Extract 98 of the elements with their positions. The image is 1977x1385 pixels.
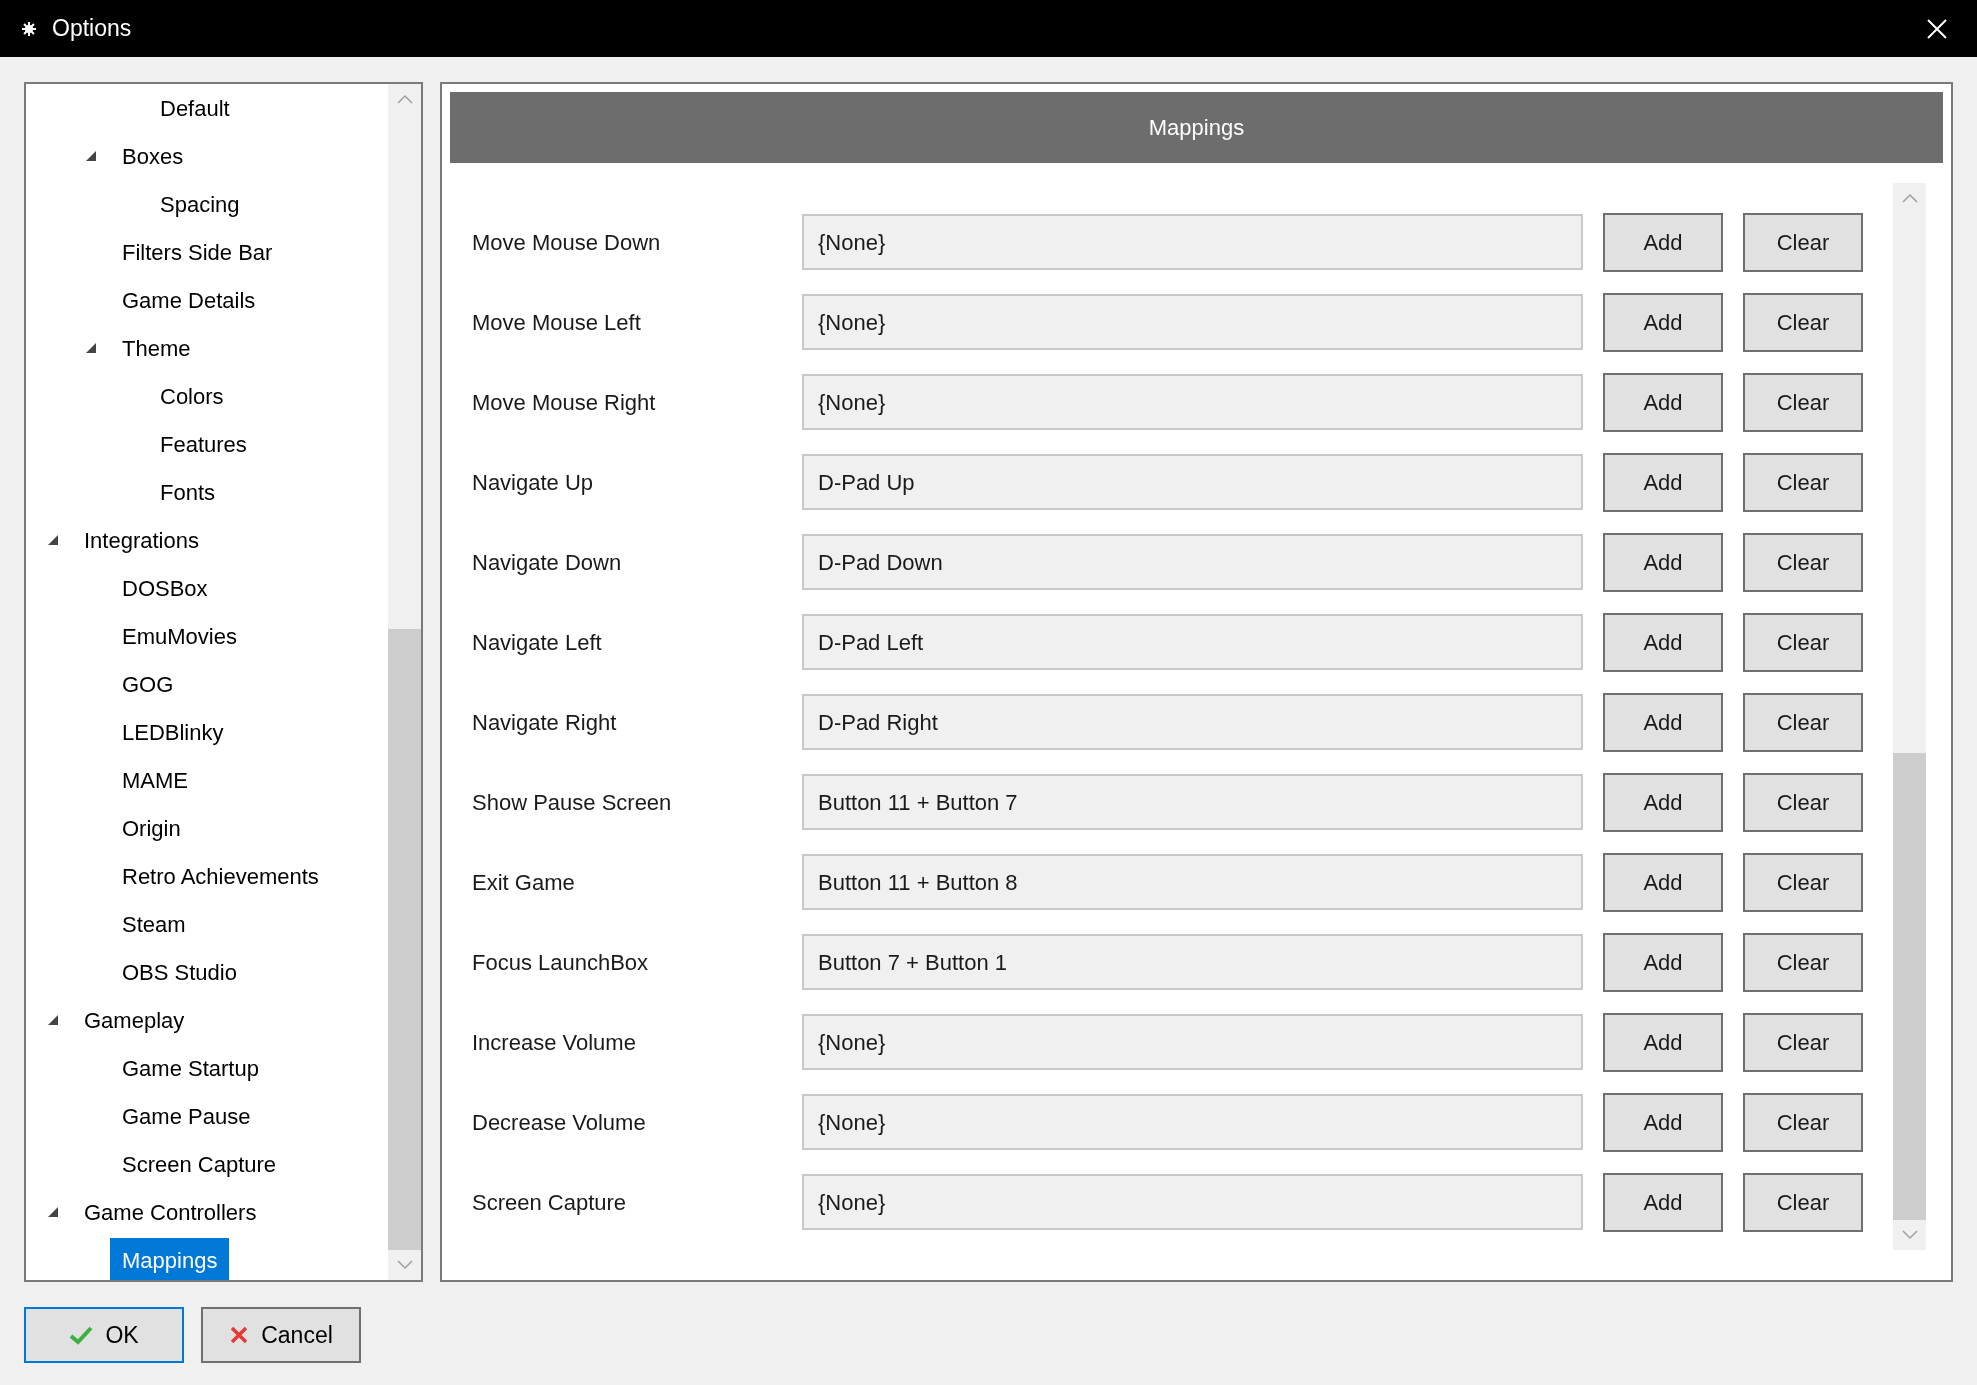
tree-item[interactable]: EmuMovies <box>110 614 249 658</box>
add-button[interactable]: Add <box>1603 292 1723 352</box>
tree-item[interactable]: Fonts <box>148 470 228 514</box>
scroll-up-icon[interactable] <box>1901 193 1918 203</box>
tree-item[interactable]: Boxes <box>110 134 196 178</box>
scroll-up-icon[interactable] <box>396 94 413 104</box>
tree-item[interactable]: Spacing <box>148 182 252 226</box>
mapping-field[interactable]: {None} <box>802 214 1583 270</box>
tree-item[interactable]: MAME <box>110 758 200 802</box>
mapping-field[interactable]: {None} <box>802 1094 1583 1150</box>
tree-item[interactable]: DOSBox <box>110 566 220 610</box>
expanded-triangle-icon[interactable] <box>47 1206 59 1218</box>
mapping-label: Move Mouse Right <box>472 388 657 417</box>
mapping-label: Navigate Up <box>472 468 595 497</box>
close-icon[interactable] <box>1927 18 1947 39</box>
add-button[interactable]: Add <box>1603 612 1723 672</box>
clear-button[interactable]: Clear <box>1743 1092 1863 1152</box>
mapping-field[interactable]: Button 11 + Button 8 <box>802 854 1583 910</box>
scrollbar-thumb[interactable] <box>388 629 421 1250</box>
scrollbar[interactable] <box>1893 183 1926 1250</box>
add-button[interactable]: Add <box>1603 852 1723 912</box>
tree-item[interactable]: Game Pause <box>110 1094 263 1138</box>
clear-button[interactable]: Clear <box>1743 852 1863 912</box>
expanded-triangle-icon[interactable] <box>47 1014 59 1026</box>
tree-item[interactable]: Gameplay <box>72 998 197 1042</box>
clear-button[interactable]: Clear <box>1743 212 1863 272</box>
window-title: Options <box>52 14 132 44</box>
expanded-triangle-icon[interactable] <box>85 150 97 162</box>
clear-button[interactable]: Clear <box>1743 452 1863 512</box>
tree-item[interactable]: Default <box>148 86 242 130</box>
mapping-label: Screen Capture <box>472 1188 628 1217</box>
mapping-field[interactable]: {None} <box>802 374 1583 430</box>
add-button[interactable]: Add <box>1603 932 1723 992</box>
mapping-field[interactable]: D-Pad Up <box>802 454 1583 510</box>
ok-button[interactable]: OK <box>24 1307 184 1363</box>
mapping-field[interactable]: Button 7 + Button 1 <box>802 934 1583 990</box>
tree-item[interactable]: Integrations <box>72 518 211 562</box>
tree-item[interactable]: Origin <box>110 806 193 850</box>
panel-title: Mappings <box>1148 114 1245 142</box>
tree-item[interactable]: Filters Side Bar <box>110 230 285 274</box>
tree-item[interactable]: Screen Capture <box>110 1142 289 1186</box>
mapping-field[interactable]: {None} <box>802 1174 1583 1230</box>
add-button[interactable]: Add <box>1603 1012 1723 1072</box>
clear-button[interactable]: Clear <box>1743 372 1863 432</box>
checkmark-icon <box>69 1325 94 1345</box>
clear-button[interactable]: Clear <box>1743 772 1863 832</box>
tree-item[interactable]: Retro Achievements <box>110 854 331 898</box>
add-button[interactable]: Add <box>1603 212 1723 272</box>
tree-item[interactable]: Theme <box>110 326 203 370</box>
tree-item[interactable]: LEDBlinky <box>110 710 236 754</box>
mapping-label: Decrease Volume <box>472 1108 647 1137</box>
expanded-triangle-icon[interactable] <box>47 534 59 546</box>
add-button[interactable]: Add <box>1603 1092 1723 1152</box>
add-button[interactable]: Add <box>1603 532 1723 592</box>
add-button[interactable]: Add <box>1603 772 1723 832</box>
mapping-label: Show Pause Screen <box>472 788 673 817</box>
clear-button[interactable]: Clear <box>1743 292 1863 352</box>
scroll-down-icon[interactable] <box>1901 1230 1918 1240</box>
tree-item[interactable]: Game Startup <box>110 1046 271 1090</box>
clear-button[interactable]: Clear <box>1743 692 1863 752</box>
mapping-label: Exit Game <box>472 868 576 897</box>
mapping-label: Increase Volume <box>472 1028 637 1057</box>
gear-icon <box>22 21 36 36</box>
tree-item[interactable]: OBS Studio <box>110 950 249 994</box>
scrollbar-thumb[interactable] <box>1893 753 1926 1220</box>
tree-item[interactable]: Colors <box>148 374 236 418</box>
add-button[interactable]: Add <box>1603 1172 1723 1232</box>
clear-button[interactable]: Clear <box>1743 932 1863 992</box>
cancel-button[interactable]: Cancel <box>201 1307 361 1363</box>
mapping-field[interactable]: D-Pad Left <box>802 614 1583 670</box>
tree-item[interactable]: Features <box>148 422 259 466</box>
tree-item[interactable]: Mappings <box>110 1238 230 1280</box>
tree-item[interactable]: Steam <box>110 902 198 946</box>
mapping-label: Move Mouse Down <box>472 228 662 257</box>
scrollbar[interactable] <box>388 84 421 1280</box>
tree-item[interactable]: Game Details <box>110 278 268 322</box>
mapping-field[interactable]: {None} <box>802 1014 1583 1070</box>
scroll-down-icon[interactable] <box>396 1260 413 1270</box>
mapping-label: Focus LaunchBox <box>472 948 650 977</box>
mapping-label: Navigate Left <box>472 628 603 657</box>
clear-button[interactable]: Clear <box>1743 1012 1863 1072</box>
tree-item[interactable]: Game Controllers <box>72 1190 269 1234</box>
mapping-field[interactable]: D-Pad Down <box>802 534 1583 590</box>
clear-button[interactable]: Clear <box>1743 612 1863 672</box>
mapping-label: Navigate Down <box>472 548 623 577</box>
mapping-label: Navigate Right <box>472 708 618 737</box>
mapping-field[interactable]: {None} <box>802 294 1583 350</box>
mapping-label: Move Mouse Left <box>472 308 642 337</box>
add-button[interactable]: Add <box>1603 692 1723 752</box>
expanded-triangle-icon[interactable] <box>85 342 97 354</box>
cross-icon <box>229 1325 250 1345</box>
clear-button[interactable]: Clear <box>1743 532 1863 592</box>
add-button[interactable]: Add <box>1603 372 1723 432</box>
mapping-field[interactable]: Button 11 + Button 7 <box>802 774 1583 830</box>
add-button[interactable]: Add <box>1603 452 1723 512</box>
tree-item[interactable]: GOG <box>110 662 186 706</box>
mapping-field[interactable]: D-Pad Right <box>802 694 1583 750</box>
clear-button[interactable]: Clear <box>1743 1172 1863 1232</box>
